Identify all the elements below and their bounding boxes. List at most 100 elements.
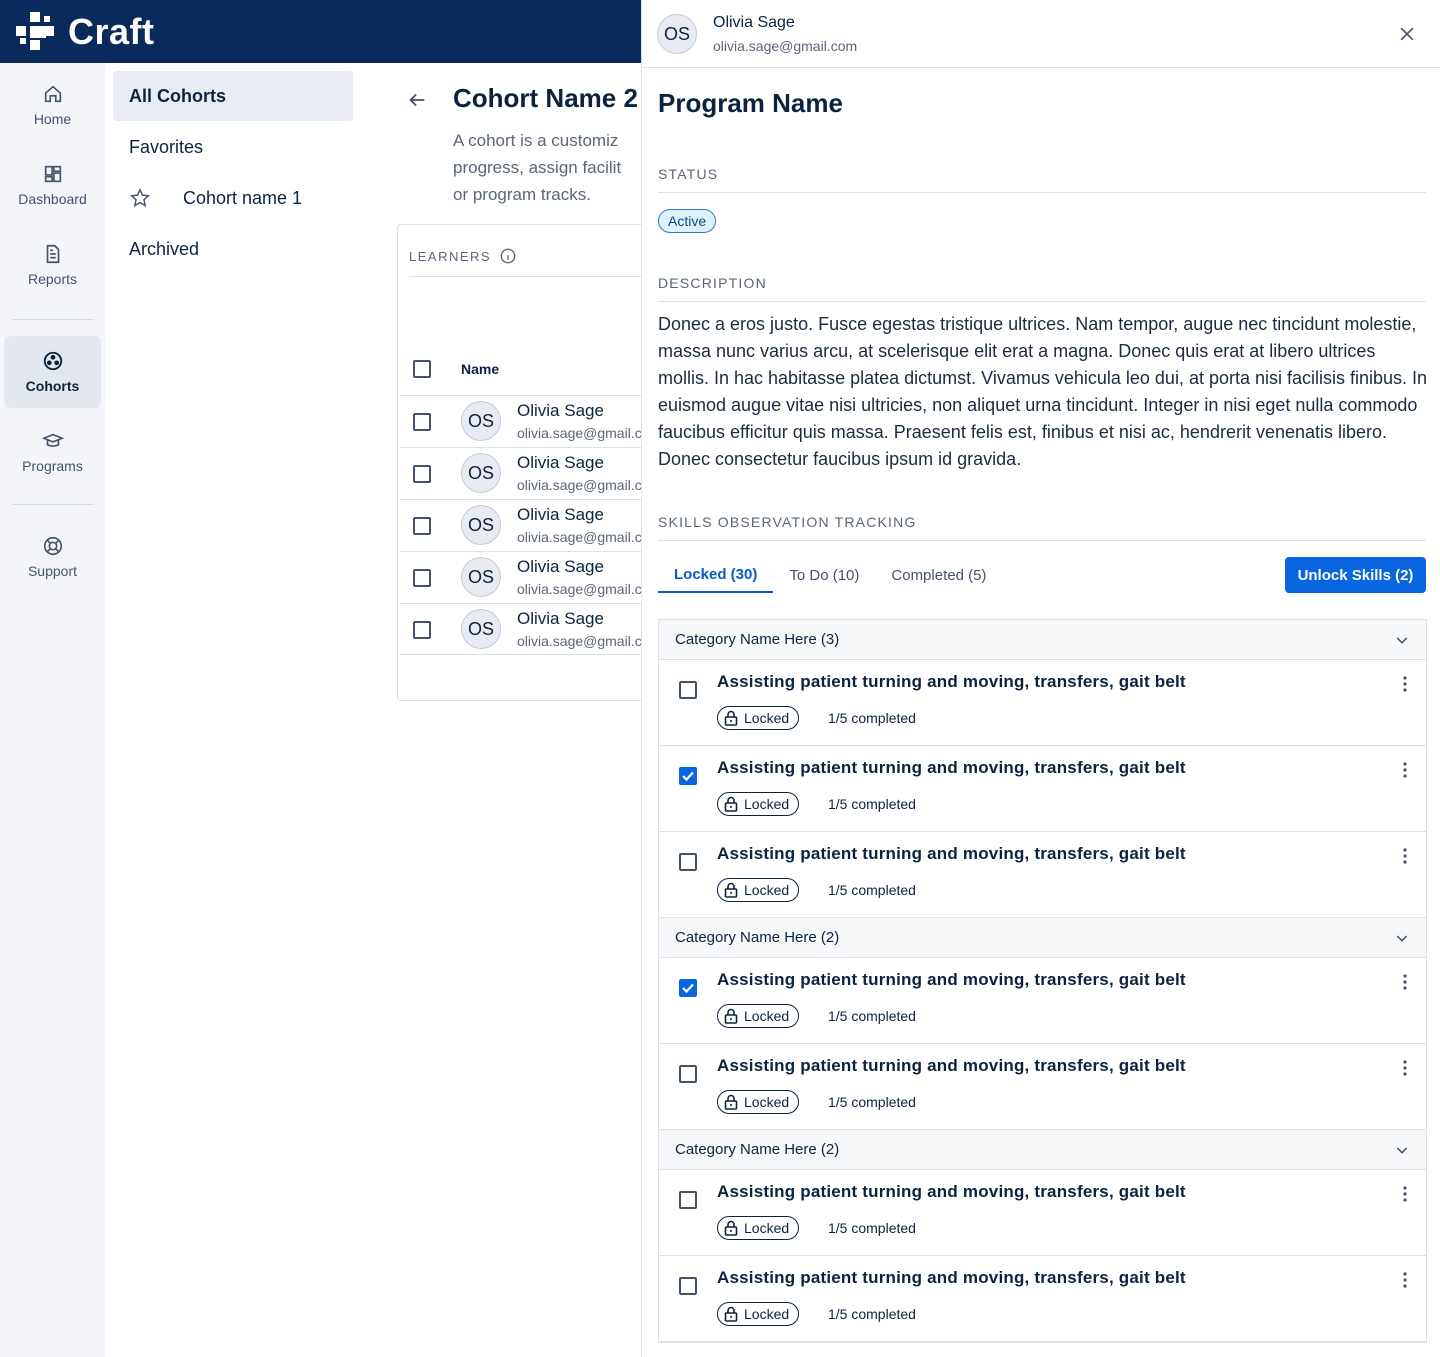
status-label: STATUS: [658, 166, 719, 182]
skill-checkbox[interactable]: [679, 681, 697, 699]
lock-icon: [724, 1306, 738, 1322]
avatar: OS: [461, 557, 501, 597]
more-vertical-icon[interactable]: [1402, 1271, 1408, 1289]
user-name: Olivia Sage: [713, 14, 795, 31]
skill-checkbox-checked[interactable]: [679, 767, 697, 785]
cohort-title: Cohort Name 2: [453, 83, 638, 113]
avatar: OS: [657, 14, 697, 54]
learner-name: Olivia Sage: [517, 557, 604, 576]
lock-status: Locked: [744, 796, 790, 812]
lock-icon: [724, 1008, 738, 1024]
lock-status: Locked: [744, 710, 790, 726]
row-checkbox[interactable]: [413, 517, 431, 535]
learner-name: Olivia Sage: [517, 453, 604, 472]
skill-checkbox[interactable]: [679, 1065, 697, 1083]
nav-programs[interactable]: Programs: [4, 416, 101, 488]
chevron-down-icon[interactable]: [1394, 1142, 1410, 1158]
nav-home[interactable]: Home: [4, 69, 101, 141]
nav-label: Support: [27, 563, 78, 579]
locked-badge: Locked: [717, 878, 800, 902]
select-all-checkbox[interactable]: [413, 360, 431, 378]
row-checkbox[interactable]: [413, 413, 431, 431]
more-vertical-icon[interactable]: [1402, 847, 1408, 865]
category-header[interactable]: Category Name Here (3): [659, 620, 1426, 660]
favorite-cohort-item[interactable]: Cohort name 1: [113, 173, 353, 223]
lock-icon: [724, 882, 738, 898]
top-bar: Craft: [0, 0, 641, 63]
tab-completed[interactable]: Completed (5): [875, 557, 1002, 593]
tab-to-do[interactable]: To Do (10): [773, 557, 875, 593]
star-icon[interactable]: [129, 187, 151, 209]
programs-icon: [41, 433, 64, 447]
learner-row[interactable]: OS Olivia Sage olivia.sage@gmail.c: [400, 551, 641, 603]
name-column-header[interactable]: Name: [461, 361, 499, 377]
app-name: Craft: [68, 10, 155, 52]
nav-dashboard[interactable]: Dashboard: [4, 149, 101, 221]
check-icon: [682, 983, 694, 994]
chevron-down-icon[interactable]: [1394, 632, 1410, 648]
skill-row: Assisting patient turning and moving, tr…: [659, 746, 1426, 832]
nav-reports[interactable]: Reports: [4, 229, 101, 301]
drawer-header: OS Olivia Sage olivia.sage@gmail.com: [642, 0, 1440, 68]
learner-name: Olivia Sage: [517, 609, 604, 628]
skill-checkbox[interactable]: [679, 853, 697, 871]
dashboard-icon: [44, 165, 61, 183]
avatar: OS: [461, 505, 501, 545]
cohorts-menu: All Cohorts Favorites Cohort name 1 Arch…: [105, 63, 370, 1357]
favorites-link[interactable]: Favorites: [113, 122, 353, 172]
skill-progress: 1/5 completed: [828, 1008, 916, 1024]
avatar: OS: [461, 401, 501, 441]
reports-icon: [46, 244, 59, 264]
locked-badge: Locked: [717, 1090, 800, 1114]
program-title: Program Name: [658, 88, 843, 118]
skill-progress: 1/5 completed: [828, 1094, 916, 1110]
category-header[interactable]: Category Name Here (2): [659, 918, 1426, 958]
row-checkbox[interactable]: [413, 465, 431, 483]
skill-checkbox-checked[interactable]: [679, 979, 697, 997]
description-line: A cohort is a customiz: [453, 131, 619, 150]
row-checkbox[interactable]: [413, 569, 431, 587]
cohorts-icon: [43, 351, 62, 371]
nav-support[interactable]: Support: [4, 521, 101, 593]
learner-email: olivia.sage@gmail.c: [517, 529, 641, 545]
learner-row[interactable]: OS Olivia Sage olivia.sage@gmail.c: [400, 499, 641, 551]
more-vertical-icon[interactable]: [1402, 1059, 1408, 1077]
app-logo[interactable]: Craft: [16, 11, 155, 53]
learner-row[interactable]: OS Olivia Sage olivia.sage@gmail.c: [400, 447, 641, 499]
all-cohorts-link[interactable]: All Cohorts: [113, 71, 353, 121]
more-vertical-icon[interactable]: [1402, 675, 1408, 693]
learner-email: olivia.sage@gmail.c: [517, 477, 641, 493]
row-checkbox[interactable]: [413, 621, 431, 639]
info-icon[interactable]: [499, 247, 517, 265]
learner-row[interactable]: OS Olivia Sage olivia.sage@gmail.c: [400, 395, 641, 447]
category-name: Category Name Here (2): [675, 929, 840, 946]
back-arrow-icon[interactable]: [406, 89, 428, 111]
nav-label: Reports: [27, 271, 78, 287]
chevron-down-icon[interactable]: [1394, 930, 1410, 946]
more-vertical-icon[interactable]: [1402, 761, 1408, 779]
category-header[interactable]: Category Name Here (2): [659, 1130, 1426, 1170]
learners-heading: LEARNERS: [409, 247, 517, 265]
close-icon[interactable]: [1397, 24, 1417, 44]
skill-checkbox[interactable]: [679, 1191, 697, 1209]
skill-progress: 1/5 completed: [828, 882, 916, 898]
learner-program-drawer: OS Olivia Sage olivia.sage@gmail.com Pro…: [641, 0, 1440, 1357]
skill-checkbox[interactable]: [679, 1277, 697, 1295]
skill-title: Assisting patient turning and moving, tr…: [717, 1268, 1186, 1287]
nav-label: Programs: [22, 458, 83, 474]
craft-logo-icon: [16, 11, 60, 52]
skill-title: Assisting patient turning and moving, tr…: [717, 1056, 1186, 1075]
unlock-skills-button[interactable]: Unlock Skills (2): [1285, 557, 1426, 593]
lock-status: Locked: [744, 1220, 790, 1236]
learner-row[interactable]: OS Olivia Sage olivia.sage@gmail.c: [400, 603, 641, 655]
check-icon: [682, 771, 694, 782]
lock-icon: [724, 710, 738, 726]
tab-locked[interactable]: Locked (30): [658, 557, 774, 593]
skill-progress: 1/5 completed: [828, 1220, 916, 1236]
archived-link[interactable]: Archived: [113, 224, 353, 274]
lock-status: Locked: [744, 1008, 790, 1024]
learner-email: olivia.sage@gmail.c: [517, 581, 641, 597]
more-vertical-icon[interactable]: [1402, 973, 1408, 991]
nav-cohorts[interactable]: Cohorts: [4, 336, 101, 408]
more-vertical-icon[interactable]: [1402, 1185, 1408, 1203]
